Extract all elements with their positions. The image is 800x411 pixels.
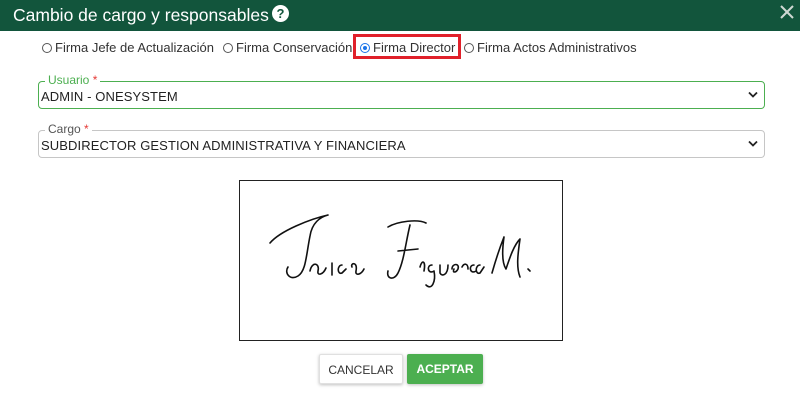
- accept-button[interactable]: ACEPTAR: [407, 354, 483, 384]
- radio-label: Firma Actos Administrativos: [477, 40, 637, 55]
- dialog-header: Cambio de cargo y responsables ?: [0, 0, 800, 31]
- cargo-select[interactable]: Cargo * SUBDIRECTOR GESTION ADMINISTRATI…: [38, 122, 765, 158]
- radio-button[interactable]: [42, 43, 52, 53]
- cargo-label: Cargo *: [45, 122, 92, 136]
- chevron-down-icon[interactable]: [748, 91, 758, 99]
- radio-button[interactable]: [464, 43, 474, 53]
- radio-firma-actos-administrativos[interactable]: Firma Actos Administrativos: [464, 40, 637, 55]
- handwritten-signature: [269, 214, 531, 288]
- radio-button[interactable]: [223, 43, 233, 53]
- highlight-annotation: [353, 34, 461, 59]
- help-icon[interactable]: ?: [272, 5, 289, 22]
- signature-image: [239, 180, 563, 341]
- usuario-label: Usuario *: [45, 73, 101, 87]
- cancel-button[interactable]: CANCELAR: [319, 354, 403, 384]
- usuario-value: ADMIN - ONESYSTEM: [41, 89, 178, 104]
- chevron-down-icon[interactable]: [748, 140, 758, 148]
- radio-label: Firma Jefe de Actualización: [55, 40, 214, 55]
- cargo-value: SUBDIRECTOR GESTION ADMINISTRATIVA Y FIN…: [41, 138, 406, 153]
- radio-firma-conservacion[interactable]: Firma Conservación: [223, 40, 352, 55]
- dialog-title: Cambio de cargo y responsables: [13, 5, 269, 25]
- usuario-select[interactable]: Usuario * ADMIN - ONESYSTEM: [38, 73, 765, 109]
- radio-label: Firma Conservación: [236, 40, 353, 55]
- signature-type-radio-group: Firma Jefe de Actualización Firma Conser…: [40, 38, 660, 58]
- close-icon[interactable]: [776, 0, 798, 24]
- radio-firma-jefe-actualizacion[interactable]: Firma Jefe de Actualización: [42, 40, 214, 55]
